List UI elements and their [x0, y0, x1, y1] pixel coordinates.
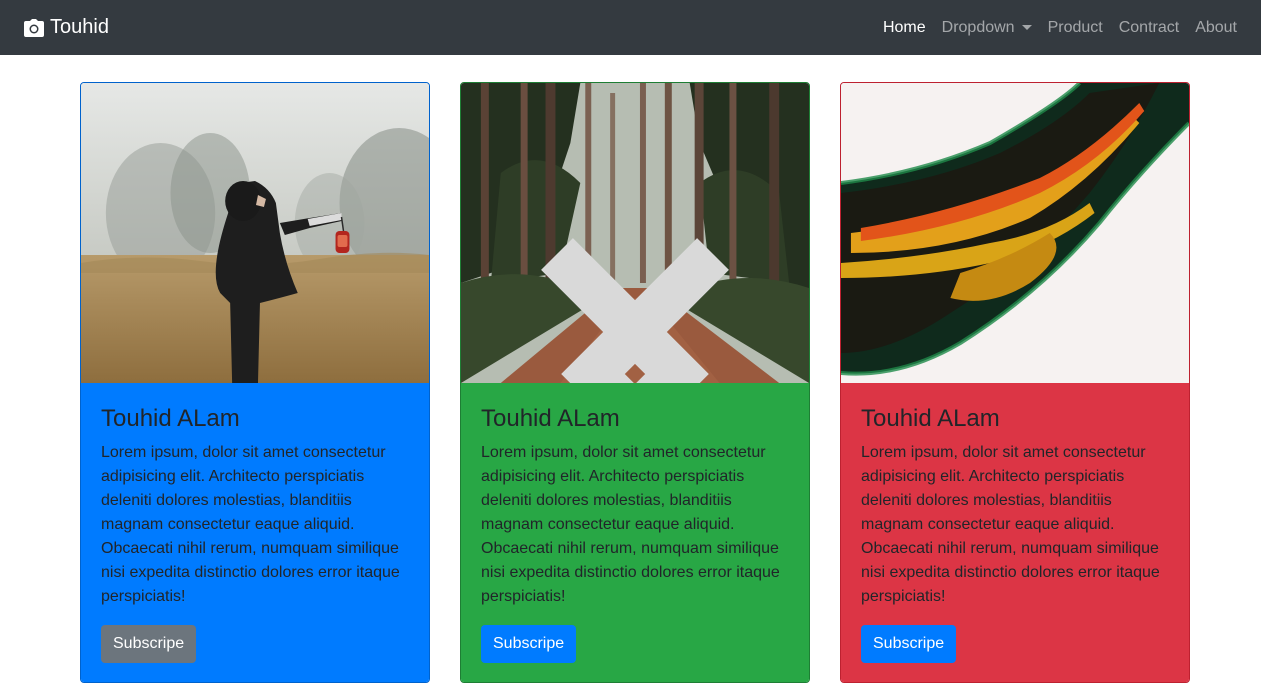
card-text: Lorem ipsum, dolor sit amet consectetur …: [481, 444, 780, 605]
carousel-next-icon[interactable]: [461, 224, 791, 383]
subscribe-button[interactable]: Subscripe: [481, 625, 577, 663]
card-image-abstract-paint: [841, 83, 1189, 383]
nav-product[interactable]: Product: [1048, 19, 1103, 37]
card-red: Touhid ALam Lorem ipsum, dolor sit amet …: [840, 82, 1190, 683]
caret-down-icon: [1021, 25, 1032, 30]
subscribe-button[interactable]: Subscripe: [101, 625, 197, 663]
camera-icon: [24, 18, 44, 37]
nav-dropdown[interactable]: Dropdown: [942, 19, 1032, 37]
brand-label: Touhid: [50, 16, 109, 38]
card-image-woman-lantern: [81, 83, 429, 383]
card-body: Touhid ALam Lorem ipsum, dolor sit amet …: [81, 383, 429, 682]
subscribe-button[interactable]: Subscripe: [861, 625, 957, 663]
card-blue: Touhid ALam Lorem ipsum, dolor sit amet …: [80, 82, 430, 683]
card-title: Touhid ALam: [101, 405, 240, 432]
card-body: Touhid ALam Lorem ipsum, dolor sit amet …: [841, 383, 1189, 682]
nav-contract[interactable]: Contract: [1119, 19, 1179, 37]
card-deck: Touhid ALam Lorem ipsum, dolor sit amet …: [80, 82, 1190, 683]
brand[interactable]: Touhid: [24, 16, 109, 39]
card-title: Touhid ALam: [861, 405, 1000, 432]
nav-home[interactable]: Home: [883, 19, 926, 37]
navbar: Touhid Home Dropdown Product Contract Ab…: [0, 0, 1261, 55]
card-green: Touhid ALam Lorem ipsum, dolor sit amet …: [460, 82, 810, 683]
card-text: Lorem ipsum, dolor sit amet consectetur …: [101, 444, 400, 605]
card-title: Touhid ALam: [481, 405, 620, 432]
nav-about[interactable]: About: [1195, 19, 1237, 37]
card-body: Touhid ALam Lorem ipsum, dolor sit amet …: [461, 383, 809, 682]
card-text: Lorem ipsum, dolor sit amet consectetur …: [861, 444, 1160, 605]
nav-dropdown-label: Dropdown: [941, 18, 1015, 36]
carousel-forest-path: [461, 83, 809, 383]
nav-links: Home Dropdown Product Contract About: [867, 19, 1237, 37]
